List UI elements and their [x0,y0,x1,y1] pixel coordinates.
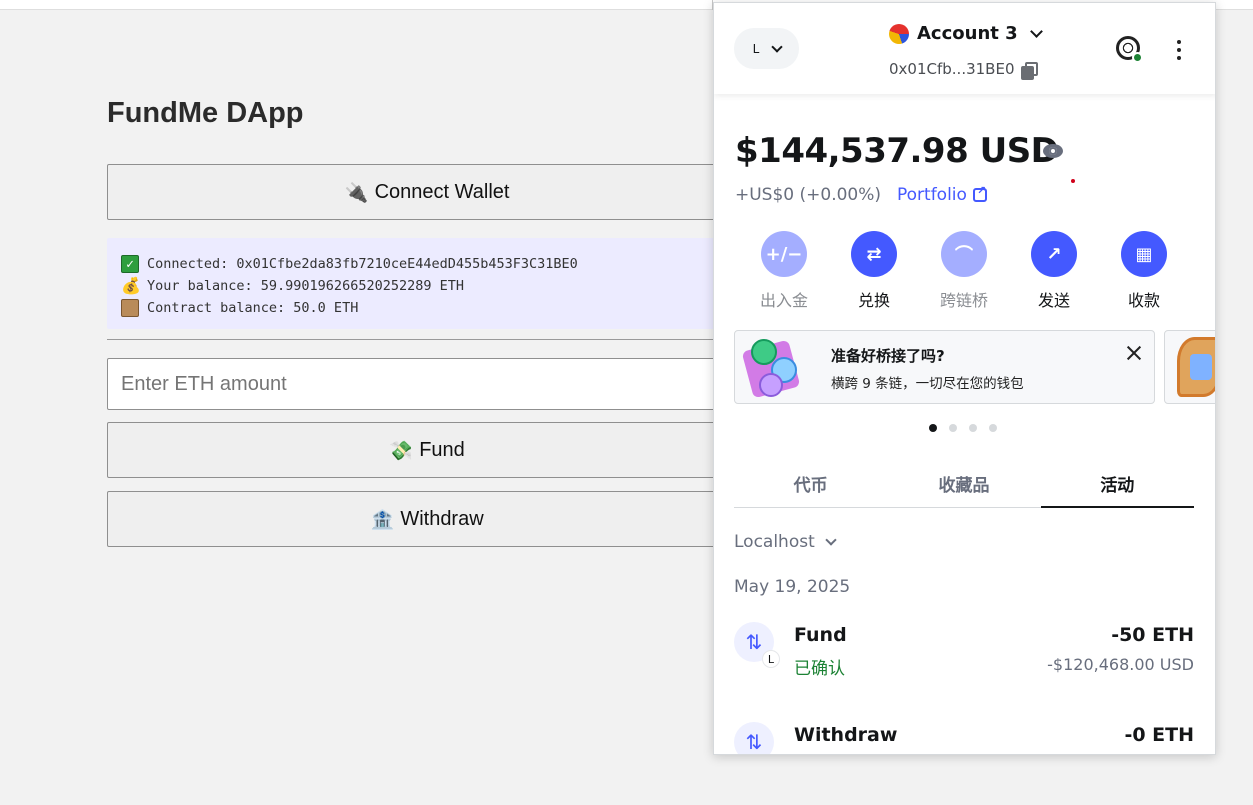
contract-balance-text: Contract balance: 50.0 ETH [147,300,359,316]
activity-item[interactable]: ⇅ L Fund 已确认 -50 ETH -$120,468.00 USD [734,622,1194,682]
action-label: 出入金 [759,291,808,310]
fund-button[interactable]: 💸 Fund [107,422,747,478]
total-balance: $144,537.98 USD [735,131,1059,171]
package-icon [121,299,139,317]
tab-nfts[interactable]: 收藏品 [887,460,1040,507]
swap-icon: ⇄ [851,231,897,277]
chevron-down-icon [1029,25,1043,38]
swap-button[interactable]: ⇄ 兑换 [834,231,914,311]
network-filter-label: Localhost [734,532,815,552]
external-link-icon [972,184,987,202]
arrow-up-right-icon: ↗ [1031,231,1077,277]
chevron-down-icon [825,534,837,546]
action-label: 发送 [1037,291,1070,310]
account-picker[interactable]: Account 3 [889,23,1043,44]
promo-subtitle: 横跨 9 条链，一切尽在您的钱包 [831,376,1024,392]
connection-status-dot [1132,52,1143,63]
tab-activity[interactable]: 活动 [1040,460,1195,508]
balance-change: +US$0 (+0.00%) [735,185,882,205]
bridge-icon: ⌒ [941,231,987,277]
contract-interaction-icon: ⇅ [734,722,774,754]
plug-icon: 🔌 [344,181,369,204]
tx-title: Withdraw [794,724,898,746]
check-icon: ✓ [121,255,139,273]
promo-title: 准备好桥接了吗? [831,347,945,365]
tx-status: 已确认 [794,659,845,679]
connected-line: ✓ Connected: 0x01Cfbe2da83fb7210ceE44edD… [121,253,747,275]
plus-minus-icon: +/− [761,231,807,277]
action-label: 跨链桥 [939,291,988,310]
network-badge: L [762,650,780,668]
portfolio-link[interactable]: Portfolio [897,184,987,205]
withdraw-button[interactable]: 🏦 Withdraw [107,491,747,547]
portfolio-label: Portfolio [897,185,967,205]
shield-illustration [1177,337,1215,397]
money-wings-icon: 💸 [389,439,414,462]
address-copy[interactable]: 0x01Cfb...31BE0 [889,60,1038,80]
action-label: 收款 [1127,291,1160,310]
connect-wallet-label: Connect Wallet [374,180,510,203]
activity-item[interactable]: ⇅ Withdraw -0 ETH [734,722,1194,754]
connect-wallet-button[interactable]: 🔌 Connect Wallet [107,164,747,220]
metamask-popup: L Account 3 0x01Cfb...31BE0 $144,537.98 … [713,2,1216,755]
bridge-promo-illustration [741,335,807,399]
carousel-dot[interactable] [989,424,997,432]
tx-fiat-amount: -$120,468.00 USD [1047,655,1194,674]
balance-line: 💰 Your balance: 59.990196266520252289 ET… [121,275,747,297]
bank-icon: 🏦 [370,508,395,531]
menu-icon[interactable] [1174,40,1184,60]
contract-line: Contract balance: 50.0 ETH [121,297,747,319]
account-name: Account 3 [917,23,1018,44]
copy-icon [1020,62,1038,80]
tx-title: Fund [794,624,847,646]
network-avatar: L [752,41,760,56]
connected-sites-icon[interactable] [1116,36,1143,63]
qr-code-icon: ▦ [1121,231,1167,277]
action-label: 兑换 [857,291,890,310]
wallet-header: L Account 3 0x01Cfb...31BE0 [714,3,1215,94]
wallet-tabs: 代币 收藏品 活动 [734,460,1195,508]
carousel-dot[interactable] [969,424,977,432]
buy-sell-button[interactable]: +/− 出入金 [744,231,824,311]
eye-icon[interactable] [1043,144,1063,158]
withdraw-label: Withdraw [400,507,484,530]
eth-amount-input[interactable] [107,358,747,410]
tx-amount: -50 ETH [1111,624,1194,646]
activity-date: May 19, 2025 [734,577,851,597]
money-bag-icon: 💰 [121,276,141,295]
connected-text: Connected: 0x01Cfbe2da83fb7210ceE44edD45… [147,256,578,272]
tx-amount: -0 ETH [1124,724,1194,746]
action-buttons: +/− 出入金 ⇄ 兑换 ⌒ 跨链桥 ↗ 发送 ▦ 收款 [734,231,1194,311]
balance-text: Your balance: 59.990196266520252289 ETH [147,278,464,294]
carousel-dot[interactable] [949,424,957,432]
receive-button[interactable]: ▦ 收款 [1104,231,1184,311]
bridge-button[interactable]: ⌒ 跨链桥 [924,231,1004,311]
status-panel: ✓ Connected: 0x01Cfbe2da83fb7210ceE44edD… [107,238,747,329]
next-promo-card[interactable] [1164,330,1215,404]
network-selector[interactable]: L [734,28,799,69]
close-icon[interactable] [1126,345,1142,361]
carousel-dot[interactable] [929,424,937,432]
cursor-dot [1071,179,1075,183]
bridge-promo-card[interactable]: 准备好桥接了吗? 横跨 9 条链，一切尽在您的钱包 [734,330,1155,404]
page-title: FundMe DApp [107,97,304,129]
network-filter[interactable]: Localhost [734,532,837,552]
chevron-down-icon [771,40,783,53]
send-button[interactable]: ↗ 发送 [1014,231,1094,311]
tab-tokens[interactable]: 代币 [734,460,887,507]
account-avatar [889,23,909,44]
account-address: 0x01Cfb...31BE0 [889,60,1015,78]
fund-label: Fund [419,438,465,461]
divider [107,339,747,340]
carousel-dots [929,424,997,432]
